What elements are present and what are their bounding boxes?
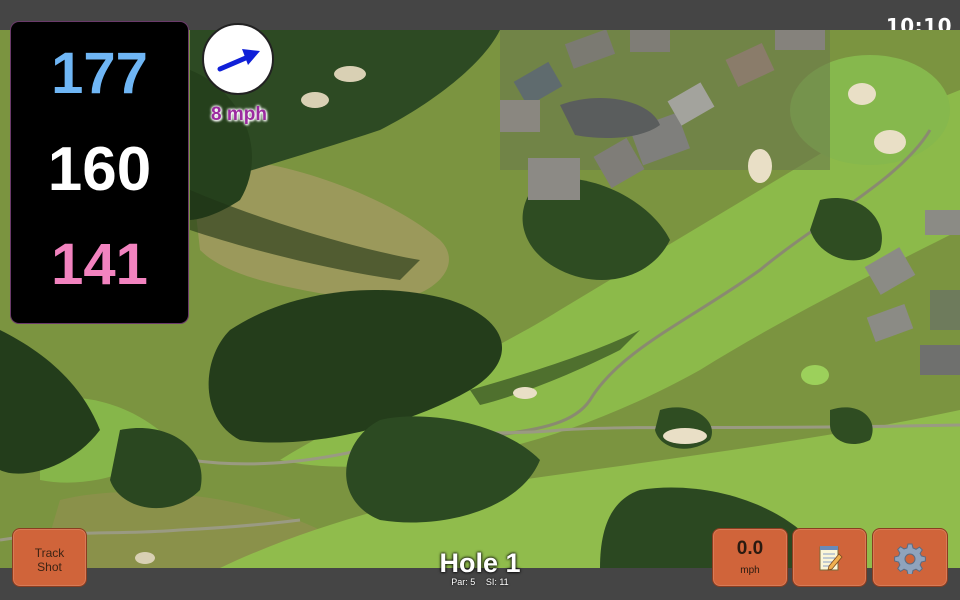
track-shot-label-line1: Track <box>34 546 65 560</box>
wind-arrow-icon <box>217 49 260 72</box>
settings-button[interactable] <box>872 528 948 587</box>
distance-front: 141 <box>51 232 148 297</box>
hole-meta: Par: 5 SI: 11 <box>400 577 560 587</box>
hole-title: Hole 1 <box>439 548 521 578</box>
distance-panel: 177 160 141 <box>11 22 188 323</box>
notepad-icon <box>819 545 843 571</box>
hole-par: Par: 5 <box>451 577 476 587</box>
distance-middle: 160 <box>47 135 152 204</box>
speed-value: 0.0 <box>736 538 764 559</box>
notes-button[interactable] <box>792 528 867 587</box>
distance-back: 177 <box>51 41 148 106</box>
wind-indicator <box>202 23 274 95</box>
track-shot-button[interactable]: Track Shot <box>12 528 87 587</box>
track-shot-label-line2: Shot <box>37 560 62 574</box>
wind-speed-label: 8 mph <box>211 104 267 125</box>
speed-unit: mph <box>740 565 760 576</box>
gear-icon <box>894 543 926 574</box>
speed-button[interactable]: 0.0 mph <box>712 528 788 587</box>
hole-stroke-index: SI: 11 <box>485 577 509 587</box>
